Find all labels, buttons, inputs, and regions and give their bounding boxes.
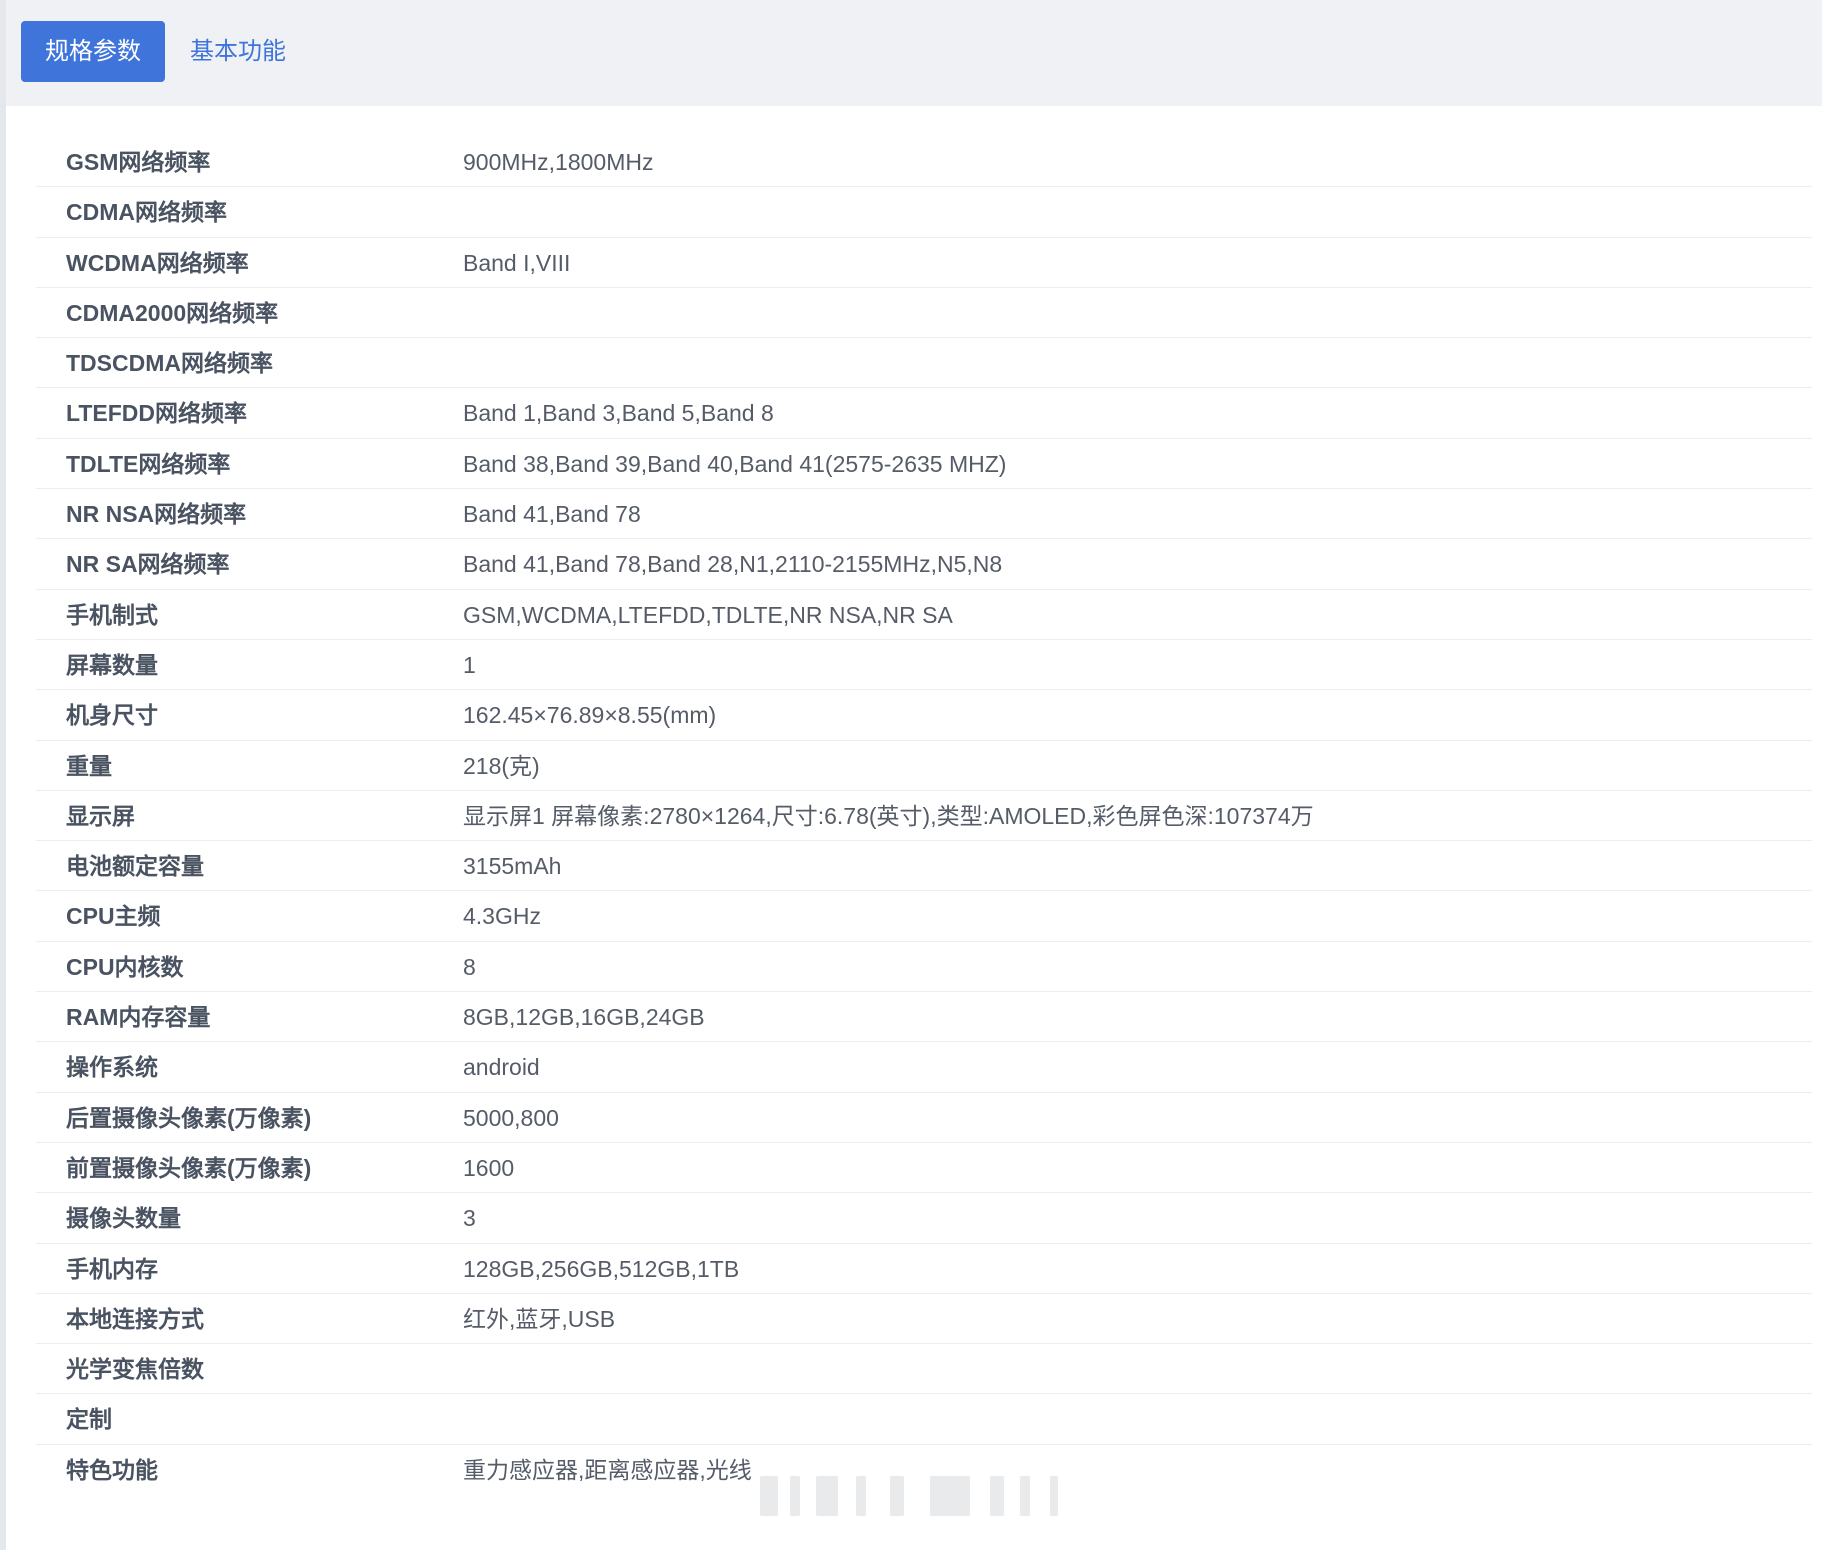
spec-label: 光学变焦倍数 [66,1356,204,1383]
spec-value: 218(克) [463,752,540,779]
spec-label: 操作系统 [66,1054,158,1081]
spec-value: 4.3GHz [463,903,541,930]
tab-basic-functions[interactable]: 基本功能 [166,21,310,82]
spec-row: WCDMA网络频率 Band I,VIII [36,238,1812,288]
spec-row: 操作系统 android [36,1042,1812,1093]
spec-row: 前置摄像头像素(万像素) 1600 [36,1143,1812,1194]
spec-row: NR SA网络频率 Band 41,Band 78,Band 28,N1,2110… [36,539,1812,590]
spec-value: 8GB,12GB,16GB,24GB [463,1004,705,1031]
spec-row: RAM内存容量 8GB,12GB,16GB,24GB [36,992,1812,1043]
spec-label: 显示屏 [66,802,135,829]
spec-row: NR NSA网络频率 Band 41,Band 78 [36,489,1812,540]
redacted-text-fragment [816,1476,838,1516]
spec-value: 162.45×76.89×8.55(mm) [463,702,717,729]
spec-label: WCDMA网络频率 [66,249,249,276]
spec-value: 900MHz,1800MHz [463,149,654,175]
spec-value: android [463,1054,540,1081]
spec-row: 本地连接方式 红外,蓝牙,USB [36,1294,1812,1345]
redacted-text-fragment [760,1476,778,1516]
spec-label: 本地连接方式 [66,1305,204,1332]
spec-row: 重量 218(克) [36,741,1812,791]
spec-value: 3155mAh [463,853,562,880]
spec-value: 3 [463,1205,476,1232]
spec-label: 电池额定容量 [66,853,204,880]
tab-bar: 规格参数 基本功能 [6,0,1822,106]
spec-panel: GSM网络频率 900MHz,1800MHz CDMA网络频率 WCDMA网络频率 Ba… [6,106,1822,1550]
spec-row: CDMA2000网络频率 [36,288,1812,339]
redacted-text-fragment [990,1476,1004,1516]
spec-row: 显示屏 显示屏1 屏幕像素:2780×1264,尺寸:6.78(英寸),类型:AM… [36,791,1812,842]
spec-label: 机身尺寸 [66,702,158,729]
spec-row: TDSCDMA网络频率 [36,338,1812,389]
spec-value: Band I,VIII [463,249,571,276]
spec-row: CPU内核数 8 [36,942,1812,993]
spec-value: Band 41,Band 78,Band 28,N1,2110-2155MHz,… [463,551,1003,578]
spec-label: CPU内核数 [66,953,184,980]
spec-row: GSM网络频率 900MHz,1800MHz [36,137,1812,188]
spec-row: 后置摄像头像素(万像素) 5000,800 [36,1093,1812,1143]
spec-row: LTEFDD网络频率 Band 1,Band 3,Band 5,Band 8 [36,388,1812,439]
spec-table: GSM网络频率 900MHz,1800MHz CDMA网络频率 WCDMA网络频率 Ba… [36,137,1812,1495]
spec-row: TDLTE网络频率 Band 38,Band 39,Band 40,Band 41… [36,439,1812,490]
redacted-text-fragment [856,1476,866,1516]
spec-row: 手机制式 GSM,WCDMA,LTEFDD,TDLTE,NR NSA,NR SA [36,590,1812,640]
spec-value: Band 41,Band 78 [463,501,641,528]
spec-value: 红外,蓝牙,USB [463,1305,616,1332]
spec-value: 1 [463,651,476,678]
redacted-text-fragment [790,1476,800,1516]
spec-value: Band 1,Band 3,Band 5,Band 8 [463,400,774,427]
spec-value: Band 38,Band 39,Band 40,Band 41(2575-263… [463,450,1007,477]
spec-row: 机身尺寸 162.45×76.89×8.55(mm) [36,690,1812,741]
spec-label: 特色功能 [66,1456,158,1483]
spec-label: 前置摄像头像素(万像素) [66,1154,312,1181]
spec-value: GSM,WCDMA,LTEFDD,TDLTE,NR NSA,NR SA [463,601,953,628]
spec-row: 摄像头数量 3 [36,1193,1812,1244]
spec-label: CDMA2000网络频率 [66,299,279,326]
redacted-text-fragment [890,1476,904,1516]
spec-label: 摄像头数量 [66,1205,181,1232]
spec-label: TDSCDMA网络频率 [66,350,273,377]
spec-row: 电池额定容量 3155mAh [36,841,1812,892]
spec-value: 1600 [463,1154,515,1181]
spec-label: NR SA网络频率 [66,551,230,578]
spec-label: RAM内存容量 [66,1004,211,1031]
spec-label: 手机内存 [66,1255,158,1282]
spec-row: 光学变焦倍数 [36,1344,1812,1395]
spec-label: CDMA网络频率 [66,199,227,226]
tab-specs[interactable]: 规格参数 [21,21,165,82]
spec-value: 5000,800 [463,1104,559,1131]
spec-label: 后置摄像头像素(万像素) [66,1104,312,1131]
spec-label: 手机制式 [66,601,158,628]
spec-value: 重力感应器,距离感应器,光线 [463,1456,752,1483]
spec-row: CPU主频 4.3GHz [36,891,1812,942]
spec-label: LTEFDD网络频率 [66,400,248,427]
spec-label: CPU主频 [66,903,161,930]
spec-label: 重量 [66,752,112,779]
spec-row: 定制 [36,1394,1812,1445]
spec-label: NR NSA网络频率 [66,501,247,528]
spec-label: TDLTE网络频率 [66,450,231,477]
spec-value: 显示屏1 屏幕像素:2780×1264,尺寸:6.78(英寸),类型:AMOLE… [463,802,1314,829]
spec-label: 屏幕数量 [66,651,158,678]
redacted-text-fragment [930,1476,970,1516]
spec-label: 定制 [66,1406,112,1433]
spec-row: CDMA网络频率 [36,187,1812,238]
spec-value: 8 [463,953,476,980]
spec-label: GSM网络频率 [66,149,211,175]
spec-row: 屏幕数量 1 [36,640,1812,691]
spec-value: 128GB,256GB,512GB,1TB [463,1255,740,1282]
redacted-text-fragment [1020,1476,1030,1516]
spec-row: 手机内存 128GB,256GB,512GB,1TB [36,1244,1812,1294]
redacted-text-fragment [1050,1476,1058,1516]
